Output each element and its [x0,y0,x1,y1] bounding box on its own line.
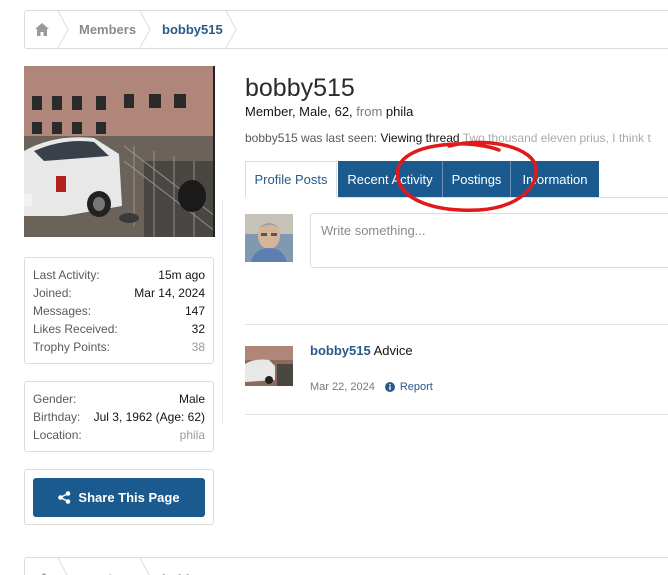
home-icon[interactable] [37,564,51,575]
home-icon[interactable] [35,11,51,48]
sidebar-divider [222,200,223,424]
info-birthday: Birthday: Jul 3, 1962 (Age: 62) [33,410,205,424]
stat-likes: Likes Received: 32 [33,322,205,336]
breadcrumb-bottom: Members bobby515 [24,557,668,575]
stat-joined: Joined: Mar 14, 2024 [33,286,205,300]
tab-profile-posts[interactable]: Profile Posts [245,161,337,198]
tab-information[interactable]: Information [511,161,599,197]
last-seen-thread-link[interactable]: Two thousand eleven prius, I think t [463,131,651,145]
post-header: bobby515 Advice [310,343,413,358]
stat-messages[interactable]: Messages: 147 [33,302,205,320]
stat-trophy-points[interactable]: Trophy Points: 38 [33,338,205,356]
info-location: Location: phila [33,428,205,442]
stat-last-activity: Last Activity: 15m ago [33,268,205,282]
breadcrumb-user[interactable]: bobby515 [162,11,223,48]
report-link[interactable]: Report [384,381,433,393]
info-circle-icon [384,382,395,392]
chevron-separator-icon [139,11,151,48]
info-box: Gender: Male Birthday: Jul 3, 1962 (Age: 6… [24,381,214,452]
breadcrumb-members[interactable]: Members [79,564,136,575]
tab-postings[interactable]: Postings [443,161,510,197]
chevron-separator-icon [57,11,69,48]
divider [245,414,668,415]
post-author-avatar[interactable] [245,340,293,388]
share-box: Share This Page [24,469,214,525]
location-link[interactable]: phila [386,104,413,119]
divider [245,324,668,325]
page-title: bobby515 [245,74,355,102]
chevron-separator-icon [57,558,68,575]
tab-recent-activity[interactable]: Recent Activity [338,161,442,197]
breadcrumb-user[interactable]: bobby515 [162,564,223,575]
current-user-avatar[interactable] [245,214,293,262]
post-date[interactable]: Mar 22, 2024 [310,381,375,393]
info-gender: Gender: Male [33,392,205,406]
share-label: Share This Page [78,490,180,505]
share-icon [58,491,71,504]
breadcrumb: Members bobby515 [24,10,668,49]
stats-box: Last Activity: 15m ago Joined: Mar 14, 202… [24,257,214,364]
profile-avatar[interactable] [24,66,215,237]
chevron-separator-icon [139,558,150,575]
user-blurb: Member, Male, 62, from phila [245,104,414,119]
last-seen: bobby515 was last seen: Viewing thread T… [245,131,651,145]
post-author-link[interactable]: bobby515 [310,343,371,358]
breadcrumb-members[interactable]: Members [79,11,136,48]
post-text: Advice [373,343,413,358]
profile-post-input[interactable]: Write something... [310,213,668,268]
chevron-separator-icon [225,11,237,48]
share-page-button[interactable]: Share This Page [33,478,205,517]
post-meta: Mar 22, 2024 Report [310,381,433,393]
